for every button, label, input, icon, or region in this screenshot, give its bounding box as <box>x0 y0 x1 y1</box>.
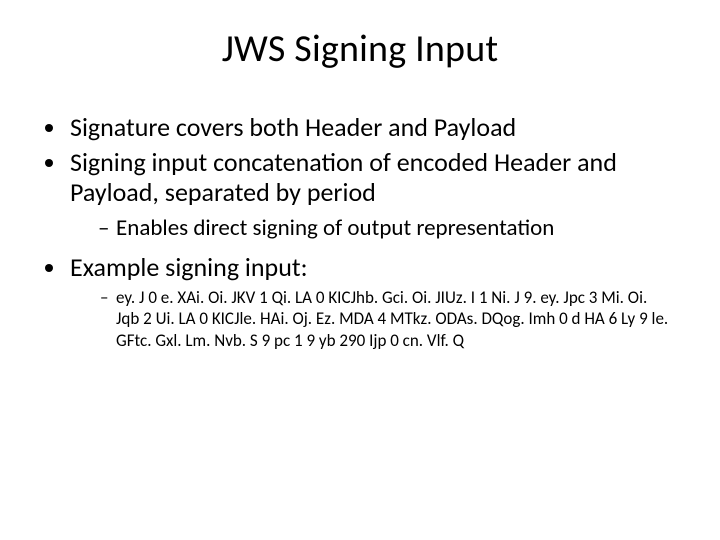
bullet-example: Example signing input: ey. J 0 e. XAi. O… <box>68 252 672 352</box>
bullet-list: Signature covers both Header and Payload… <box>48 112 672 352</box>
example-signing-input-value: ey. J 0 e. XAi. Oi. JKV 1 Qi. LA 0 KICJh… <box>100 287 672 352</box>
bullet-example-text: Example signing input: <box>70 251 308 283</box>
bullet-signing-input: Signing input concatenation of encoded H… <box>68 147 672 242</box>
bullet-signature-covers: Signature covers both Header and Payload <box>68 112 672 143</box>
sub-list-signing: Enables direct signing of output represe… <box>70 214 672 242</box>
slide-title: JWS Signing Input <box>48 26 672 72</box>
sub-list-example: ey. J 0 e. XAi. Oi. JKV 1 Qi. LA 0 KICJh… <box>70 287 672 352</box>
slide: JWS Signing Input Signature covers both … <box>0 0 720 540</box>
bullet-signing-input-text: Signing input concatenation of encoded H… <box>70 146 617 209</box>
sub-bullet-enables: Enables direct signing of output represe… <box>98 214 672 242</box>
